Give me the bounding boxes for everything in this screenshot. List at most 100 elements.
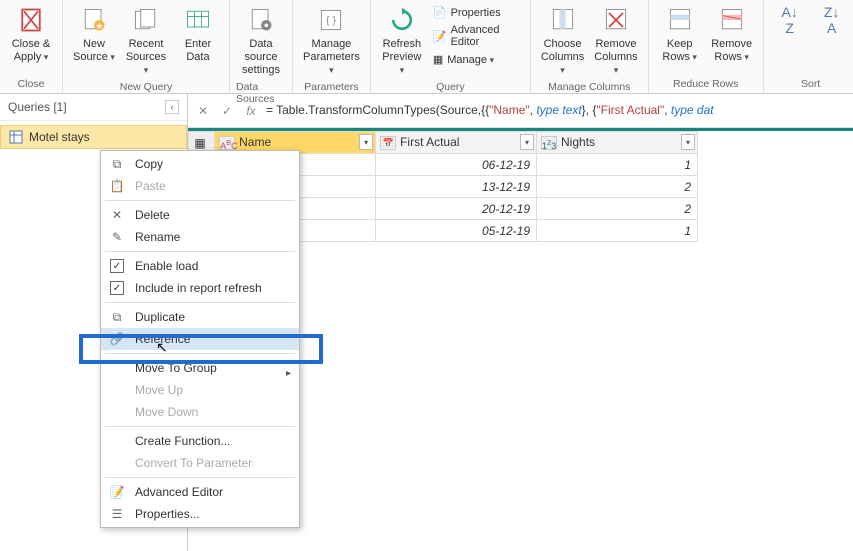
formula-input[interactable]: = Table.TransformColumnTypes(Source,{{"N… — [266, 103, 847, 118]
ribbon-group-close: Close &Apply Close — [0, 0, 63, 93]
group-label: Manage Columns — [548, 79, 630, 95]
sort-desc-button[interactable]: Z↓A — [812, 2, 852, 38]
label: Columns — [541, 51, 584, 76]
queries-title: Queries [1] — [8, 100, 67, 114]
choose-columns-icon — [547, 4, 579, 36]
commit-formula-button[interactable]: ✓ — [218, 102, 236, 120]
column-label: First Actual — [400, 135, 459, 149]
formula-text: }, { — [582, 103, 597, 117]
svg-text:★: ★ — [95, 21, 103, 31]
label: Preview — [382, 51, 421, 76]
properties-icon: ☰ — [109, 506, 125, 522]
label: Properties... — [135, 507, 200, 521]
manage-button[interactable]: ▦Manage — [429, 51, 524, 68]
label: Create Function... — [135, 434, 230, 448]
ctx-move-group[interactable]: Move To Group — [101, 357, 299, 379]
ctx-create-function[interactable]: Create Function... — [101, 430, 299, 452]
cell-nights[interactable]: 2 — [537, 198, 698, 220]
ctx-properties[interactable]: ☰ Properties... — [101, 503, 299, 525]
data-source-settings-button[interactable]: Data sourcesettings — [236, 2, 286, 79]
separator — [105, 200, 295, 201]
keep-rows-button[interactable]: KeepRows — [655, 2, 705, 66]
refresh-preview-button[interactable]: RefreshPreview — [377, 2, 427, 79]
close-apply-icon — [15, 4, 47, 36]
new-source-icon: ★ — [78, 4, 110, 36]
editor-icon: 📝 — [433, 30, 447, 43]
label: Move Down — [135, 405, 198, 419]
gear-icon — [245, 4, 277, 36]
properties-button[interactable]: 📄Properties — [429, 4, 524, 21]
remove-columns-icon — [600, 4, 632, 36]
cell-first-actual[interactable]: 06-12-19 — [376, 154, 537, 176]
label: Parameters — [303, 51, 360, 76]
remove-columns-button[interactable]: RemoveColumns — [590, 2, 641, 79]
label: Paste — [135, 179, 166, 193]
formula-text: "Name" — [489, 103, 530, 117]
label: Columns — [594, 51, 637, 76]
svg-text:{ }: { } — [326, 15, 336, 27]
choose-columns-button[interactable]: ChooseColumns — [537, 2, 588, 79]
ctx-reference[interactable]: 🔗Reference — [101, 328, 299, 350]
cancel-formula-button[interactable]: ✕ — [194, 102, 212, 120]
column-filter-button[interactable]: ▾ — [520, 134, 534, 150]
recent-sources-button[interactable]: RecentSources — [121, 2, 171, 79]
ctx-paste: 📋 Paste — [101, 175, 299, 197]
label: Enter — [185, 38, 211, 50]
cell-first-actual[interactable]: 05-12-19 — [376, 220, 537, 242]
enter-data-button[interactable]: EnterData — [173, 2, 223, 66]
label: Properties — [451, 7, 501, 19]
rename-icon: ✎ — [109, 229, 125, 245]
separator — [105, 302, 295, 303]
column-header-first-actual[interactable]: 📅 First Actual ▾ — [376, 132, 537, 154]
type-number-icon: 123 — [541, 136, 557, 150]
checkbox-icon: ✓ — [109, 280, 125, 296]
formula-text: "First Actual" — [596, 103, 664, 117]
ctx-duplicate[interactable]: ⧉Duplicate — [101, 306, 299, 328]
formula-text: , — [664, 103, 671, 117]
sort-asc-icon: A↓Z — [774, 4, 806, 36]
cell-nights[interactable]: 2 — [537, 176, 698, 198]
label: Rename — [135, 230, 180, 244]
cell-nights[interactable]: 1 — [537, 220, 698, 242]
label: Choose — [544, 38, 582, 50]
ctx-enable-load[interactable]: ✓Enable load — [101, 255, 299, 277]
remove-rows-icon — [716, 4, 748, 36]
column-header-nights[interactable]: 123Nights▾ — [537, 132, 698, 154]
cell-nights[interactable]: 1 — [537, 154, 698, 176]
paste-icon: 📋 — [109, 178, 125, 194]
ctx-copy[interactable]: ⧉Copy — [101, 153, 299, 175]
close-apply-button[interactable]: Close &Apply — [6, 2, 56, 66]
separator — [105, 353, 295, 354]
ctx-advanced-editor[interactable]: 📝Advanced Editor — [101, 481, 299, 503]
label: Remove — [595, 38, 636, 50]
new-source-button[interactable]: ★ NewSource — [69, 2, 119, 66]
column-filter-button[interactable]: ▾ — [681, 134, 695, 150]
label: Keep — [667, 38, 693, 50]
collapse-panel-button[interactable]: ‹ — [165, 100, 179, 114]
advanced-editor-button[interactable]: 📝 Advanced Editor — [429, 22, 524, 50]
manage-parameters-button[interactable]: { } ManageParameters — [299, 2, 364, 79]
fx-button[interactable]: fx — [242, 102, 260, 120]
remove-rows-button[interactable]: RemoveRows — [707, 2, 757, 66]
label: Rows — [662, 51, 697, 63]
cell-first-actual[interactable]: 20-12-19 — [376, 198, 537, 220]
ctx-delete[interactable]: ✕Delete — [101, 204, 299, 226]
ctx-rename[interactable]: ✎ Rename — [101, 226, 299, 248]
group-label: Close — [18, 76, 45, 92]
sort-asc-button[interactable]: A↓Z — [770, 2, 810, 38]
formula-text: type text — [536, 103, 581, 117]
type-date-icon: 📅 — [380, 136, 396, 150]
formula-bar: ✕ ✓ fx = Table.TransformColumnTypes(Sour… — [188, 94, 853, 128]
label: Refresh — [383, 38, 422, 50]
group-label: Reduce Rows — [673, 76, 738, 92]
query-item-motel-stays[interactable]: Motel stays — [0, 125, 187, 149]
label: Advanced Editor — [451, 24, 520, 48]
ribbon-group-new-query: ★ NewSource RecentSources EnterData New … — [63, 0, 230, 93]
column-filter-button[interactable]: ▾ — [359, 134, 373, 150]
ctx-include-refresh[interactable]: ✓Include in report refresh — [101, 277, 299, 299]
cell-first-actual[interactable]: 13-12-19 — [376, 176, 537, 198]
ribbon-group-sort: A↓Z Z↓A Sort — [764, 0, 853, 93]
label: Advanced Editor — [135, 485, 223, 499]
label: Move To Group — [135, 361, 217, 375]
label: Duplicate — [135, 310, 185, 324]
